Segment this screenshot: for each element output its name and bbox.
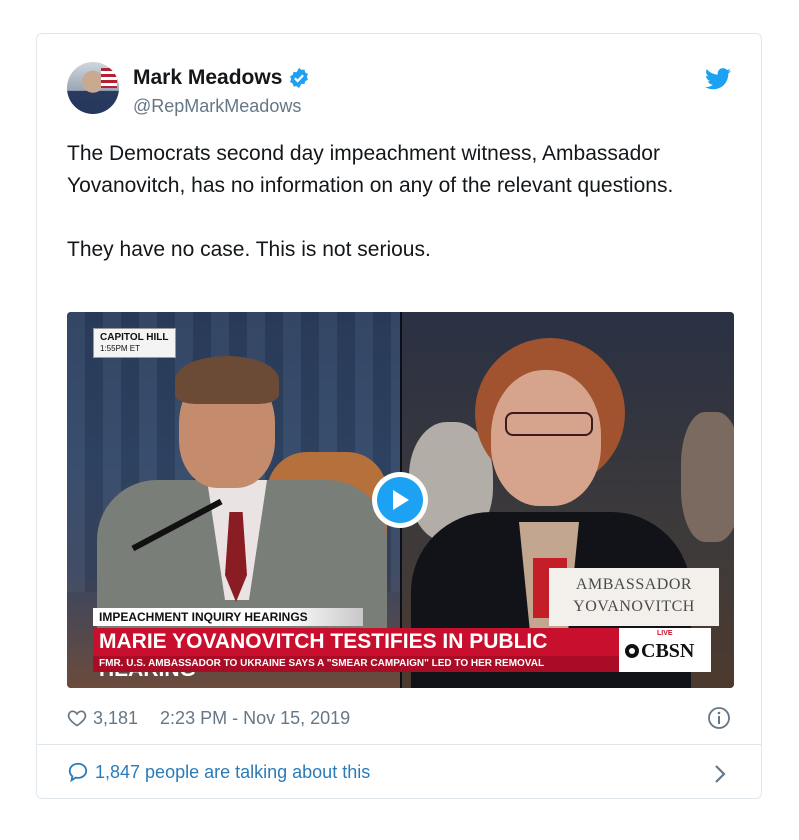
tweet-header: Mark Meadows @RepMarkMeadows xyxy=(67,62,731,118)
play-icon xyxy=(393,490,409,510)
cbsn-logo: CBSN xyxy=(625,640,694,663)
play-button-inner xyxy=(377,477,423,523)
location-tag-text: CAPITOL HILL xyxy=(100,332,169,343)
location-tag: CAPITOL HILL 1:55PM ET xyxy=(93,328,176,358)
author-row: Mark Meadows xyxy=(133,66,310,90)
tweet-timestamp[interactable]: 2:23 PM - Nov 15, 2019 xyxy=(160,708,350,729)
author-name[interactable]: Mark Meadows xyxy=(133,66,282,90)
play-button[interactable] xyxy=(372,472,428,528)
nameplate-line1: AMBASSADOR xyxy=(575,576,693,593)
cbs-eye-icon xyxy=(625,644,639,658)
tweet-text: The Democrats second day impeachment wit… xyxy=(67,142,674,261)
talking-about-text: 1,847 people are talking about this xyxy=(95,761,371,782)
video-player[interactable]: CAPITOL HILL 1:55PM ET AMBASSADOR YOVANO… xyxy=(67,312,734,688)
nameplate: AMBASSADOR YOVANOVITCH xyxy=(549,568,719,626)
location-time: 1:55PM ET xyxy=(100,344,141,353)
network-logo: LIVE CBSN xyxy=(619,628,711,672)
heart-icon[interactable] xyxy=(67,708,87,728)
flag-decoration xyxy=(101,68,117,88)
live-label: LIVE xyxy=(657,630,673,637)
witness-glasses xyxy=(505,412,593,436)
background-person-2 xyxy=(681,412,734,542)
avatar[interactable] xyxy=(67,62,119,114)
chevron-right-icon[interactable] xyxy=(713,764,727,784)
tweet-footer[interactable]: 1,847 people are talking about this xyxy=(37,744,761,801)
banner-sub: FMR. U.S. AMBASSADOR TO UKRAINE SAYS A "… xyxy=(93,656,619,672)
banner-main: MARIE YOVANOVITCH TESTIFIES IN PUBLIC HE… xyxy=(93,628,619,681)
twitter-bird-icon[interactable] xyxy=(705,68,731,90)
talking-about-link[interactable]: 1,847 people are talking about this xyxy=(67,761,370,783)
tweet-card: Mark Meadows @RepMarkMeadows The Democra… xyxy=(36,33,762,799)
verified-badge-icon xyxy=(290,67,309,89)
congressman-hair xyxy=(175,356,279,404)
info-icon[interactable] xyxy=(707,706,731,730)
speech-bubble-icon xyxy=(68,762,88,783)
tweet-meta: 3,181 2:23 PM - Nov 15, 2019 xyxy=(67,704,731,732)
author-handle[interactable]: @RepMarkMeadows xyxy=(133,96,301,117)
witness-head xyxy=(491,370,601,506)
banner-top: IMPEACHMENT INQUIRY HEARINGS xyxy=(93,608,363,626)
cbsn-logo-text: CBSN xyxy=(641,640,695,662)
like-count[interactable]: 3,181 xyxy=(93,708,138,729)
nameplate-line2: YOVANOVITCH xyxy=(573,598,695,615)
